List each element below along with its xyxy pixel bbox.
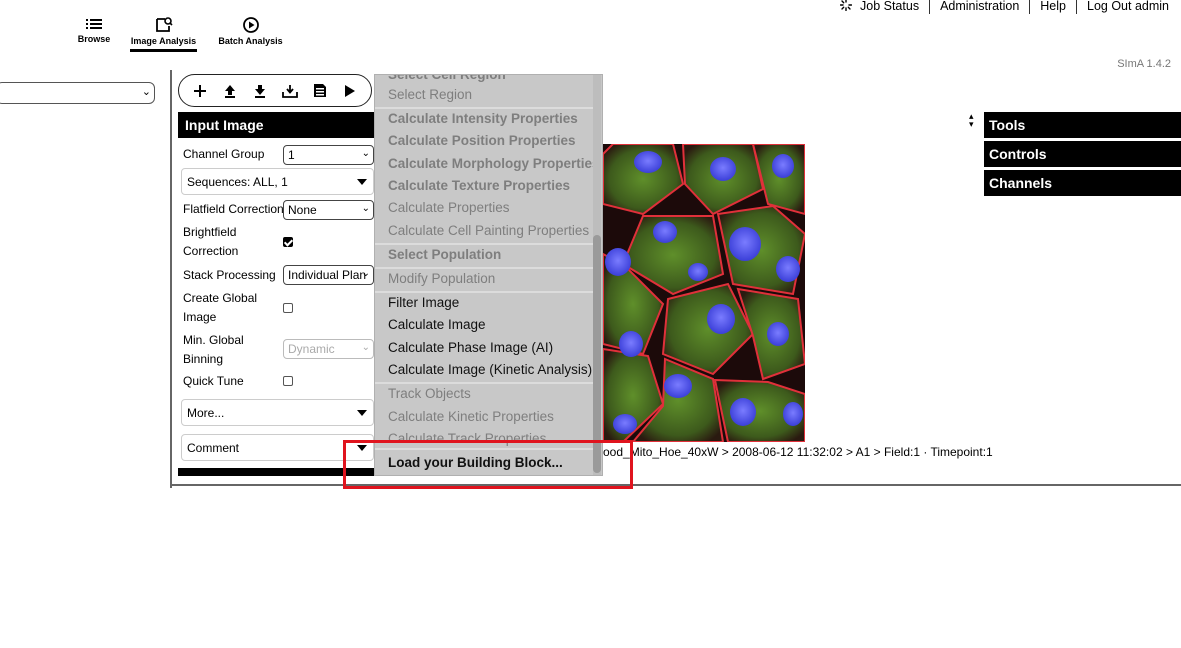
menu-item-calculate-image[interactable]: Calculate Image [388, 315, 486, 335]
channels-panel-header[interactable]: Channels [984, 170, 1181, 196]
brightfield-checkbox[interactable] [283, 237, 293, 247]
highlight-box [343, 440, 633, 489]
brightfield-label-line1: Brightfield [183, 225, 237, 239]
spinner-icon [840, 0, 852, 11]
nav-browse[interactable]: Browse [76, 17, 112, 44]
controls-panel-header[interactable]: Controls [984, 141, 1181, 167]
chevron-down-icon: ⌄ [361, 148, 370, 159]
channel-group-value: 1 [288, 148, 295, 162]
menu-item-image-kinetic[interactable]: Calculate Image (Kinetic Analysis) [388, 360, 592, 380]
save-icon [314, 84, 326, 97]
nav-image-analysis[interactable]: Image Analysis [130, 17, 197, 52]
chevron-down-icon: ▾ [969, 119, 974, 129]
flatfield-select[interactable]: None ⌄ [283, 200, 374, 220]
stack-processing-value: Individual Plan [288, 268, 367, 282]
quick-tune-label: Quick Tune [183, 374, 244, 388]
global-image-label: Create Global Image [183, 289, 257, 327]
nav-batch-analysis[interactable]: Batch Analysis [217, 17, 284, 46]
tools-panel-header[interactable]: Tools [984, 112, 1181, 138]
upload-icon [225, 84, 235, 98]
menu-scrollbar-thumb[interactable] [593, 235, 601, 473]
menu-item-calculate-properties[interactable]: Calculate Properties [388, 198, 510, 218]
nav-browse-label: Browse [77, 34, 111, 44]
brightfield-label-line2: Correction [183, 244, 239, 258]
triangle-down-icon [357, 179, 367, 185]
brightfield-label: Brightfield Correction [183, 223, 238, 261]
download-button[interactable] [249, 80, 271, 102]
global-image-checkbox[interactable] [283, 303, 293, 313]
building-block-menu: Select Cell Region Select Region Calcula… [374, 74, 603, 476]
input-image-header[interactable]: Input Image [178, 112, 374, 138]
run-button[interactable] [339, 80, 361, 102]
more-label: More... [187, 406, 225, 420]
job-status-label: Job Status [860, 0, 920, 13]
import-icon [282, 84, 298, 98]
logout-link[interactable]: Log Out admin [1076, 0, 1179, 14]
menu-item-intensity-properties[interactable]: Calculate Intensity Properties [388, 109, 578, 129]
comment-label: Comment [187, 441, 240, 455]
chevron-down-icon: ⌄ [361, 203, 370, 214]
menu-item-position-properties[interactable]: Calculate Position Properties [388, 131, 576, 151]
collapse-toggle[interactable]: ▴ ▾ [969, 112, 974, 129]
cell-image-graphic [603, 144, 805, 442]
left-select[interactable]: ⌄ [0, 82, 155, 104]
toolbar [178, 74, 372, 107]
menu-item-texture-properties[interactable]: Calculate Texture Properties [388, 176, 570, 196]
nav-image-analysis-label: Image Analysis [130, 36, 197, 46]
sequences-value: Sequences: ALL, 1 [187, 175, 288, 189]
menu-item-morphology-properties[interactable]: Calculate Morphology Properties [388, 154, 600, 174]
frame-bottom [170, 484, 1181, 486]
upload-button[interactable] [219, 80, 241, 102]
sequences-dropdown[interactable]: Sequences: ALL, 1 [181, 168, 374, 195]
job-status-link[interactable]: Job Status [830, 0, 929, 14]
chevron-down-icon: ⌄ [141, 86, 151, 98]
flatfield-value: None [288, 203, 317, 217]
more-dropdown[interactable]: More... [181, 399, 374, 426]
image-caption: ood_Mito_Hoe_40xW > 2008-06-12 11:32:02 … [603, 445, 993, 459]
nav-batch-analysis-label: Batch Analysis [218, 36, 283, 46]
stack-processing-label: Stack Processing [183, 268, 276, 282]
version-label: SImA 1.4.2 [1117, 58, 1171, 70]
quick-tune-checkbox[interactable] [283, 376, 293, 386]
import-button[interactable] [279, 80, 301, 102]
stack-processing-select[interactable]: Individual Plan ⌄ [283, 265, 374, 285]
menu-item-phase-image-ai[interactable]: Calculate Phase Image (AI) [388, 338, 553, 358]
global-image-label-line1: Create Global [183, 291, 258, 305]
microscopy-image[interactable] [603, 144, 805, 442]
triangle-down-icon [357, 410, 367, 416]
min-binning-label-line1: Min. Global [183, 333, 244, 347]
min-binning-select[interactable]: Dynamic ⌄ [283, 339, 374, 359]
menu-item-track-objects[interactable]: Track Objects [388, 384, 471, 404]
help-link[interactable]: Help [1029, 0, 1076, 14]
run-icon [345, 84, 355, 97]
chevron-down-icon: ⌄ [361, 342, 370, 353]
administration-link[interactable]: Administration [929, 0, 1029, 14]
plus-icon [194, 84, 206, 97]
menu-item-select-population[interactable]: Select Population [388, 245, 501, 265]
global-image-label-line2: Image [183, 310, 217, 324]
channel-group-select[interactable]: 1 ⌄ [283, 145, 374, 165]
menu-item-select-region[interactable]: Select Region [388, 85, 472, 105]
list-icon [86, 19, 102, 29]
menu-item-cell-painting-properties[interactable]: Calculate Cell Painting Properties [388, 221, 589, 241]
top-links: Job Status Administration Help Log Out a… [830, 0, 1179, 14]
save-button[interactable] [309, 80, 331, 102]
min-binning-value: Dynamic [288, 342, 335, 356]
menu-item-select-cell-region[interactable]: Select Cell Region [388, 75, 506, 85]
min-binning-label-line2: Binning [183, 352, 224, 366]
download-icon [255, 84, 265, 98]
menu-item-kinetic-properties[interactable]: Calculate Kinetic Properties [388, 407, 554, 427]
flatfield-label: Flatfield Correction [183, 202, 284, 216]
frame-divider [170, 70, 172, 488]
channel-group-label: Channel Group [183, 147, 265, 161]
play-circle-icon [242, 17, 259, 33]
image-analysis-icon [155, 17, 173, 32]
add-button[interactable] [189, 80, 211, 102]
min-binning-label: Min. Global Binning [183, 331, 244, 369]
menu-item-modify-population[interactable]: Modify Population [388, 269, 495, 289]
chevron-down-icon: ⌄ [361, 268, 370, 279]
menu-item-filter-image[interactable]: Filter Image [388, 293, 459, 313]
